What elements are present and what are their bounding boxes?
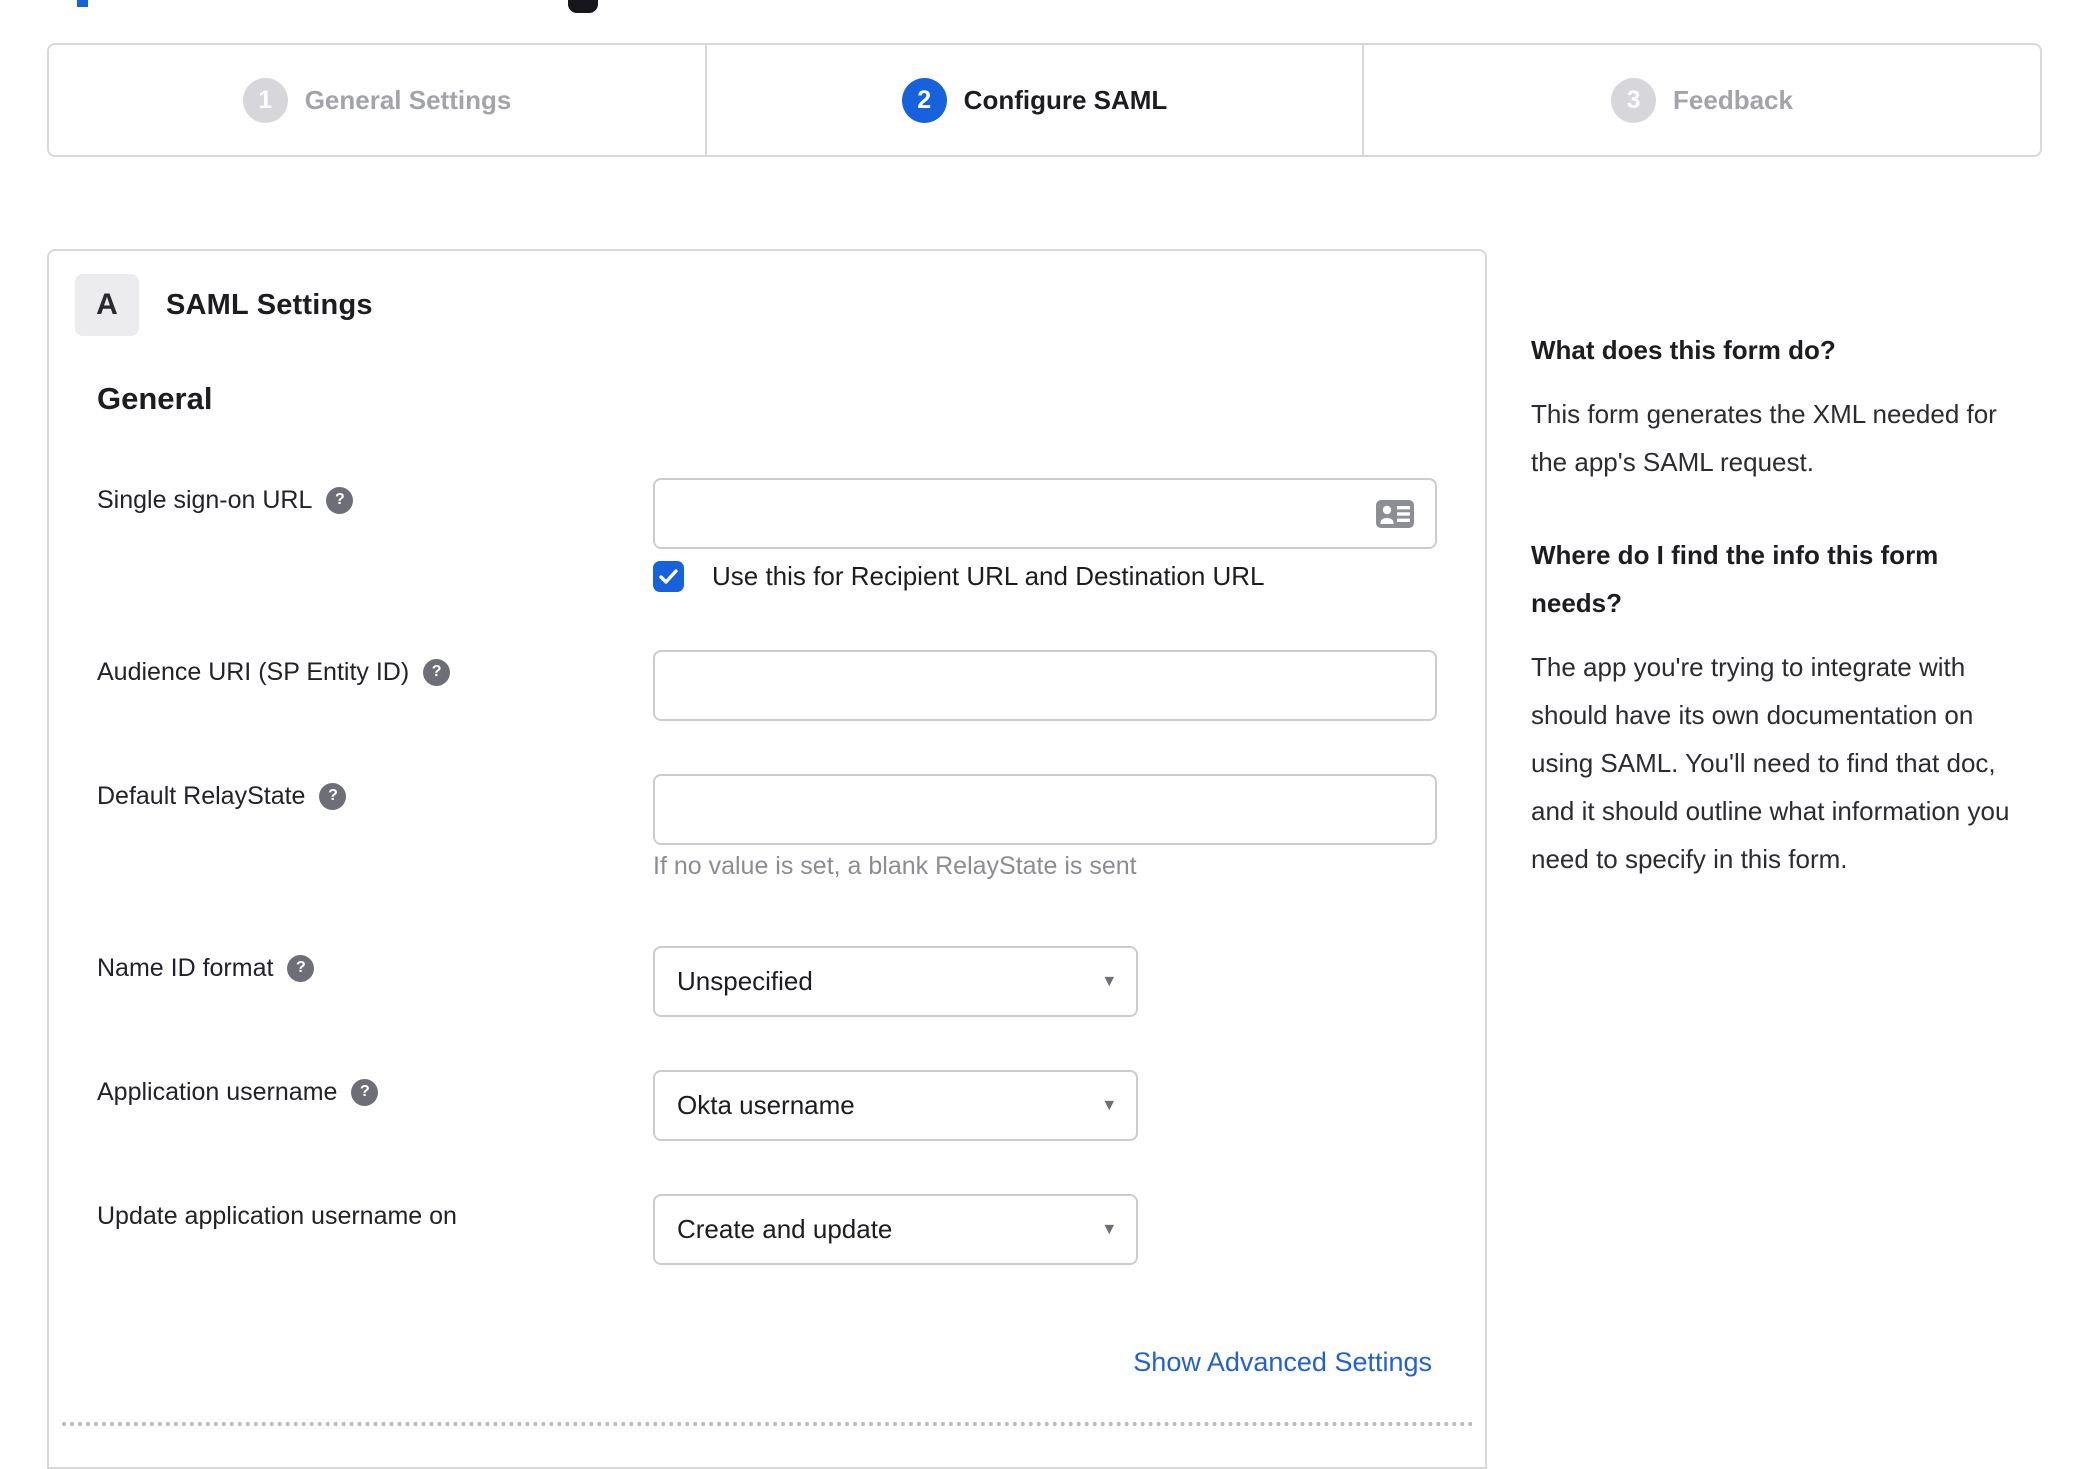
update-app-username-label: Update application username on (97, 1202, 457, 1230)
sso-url-label: Single sign-on URL ? (97, 485, 354, 515)
saml-settings-panel: A SAML Settings General Single sign-on U… (47, 249, 1487, 1469)
application-username-select[interactable]: Okta username ▾ (653, 1070, 1138, 1141)
chevron-down-icon: ▾ (1104, 1094, 1114, 1116)
help-icon[interactable]: ? (351, 1078, 379, 1106)
name-id-format-select[interactable]: Unspecified ▾ (653, 946, 1138, 1017)
step-label: Configure SAML (963, 84, 1168, 115)
relaystate-hint: If no value is set, a blank RelayState i… (653, 852, 1137, 880)
help-title-1: What does this form do? (1531, 335, 1836, 365)
general-group-title: General (97, 381, 213, 416)
sso-url-input-wrap (653, 478, 1437, 549)
section-dotted-divider (62, 1422, 1474, 1426)
recipient-url-checkbox[interactable] (653, 561, 684, 592)
show-advanced-settings-link[interactable]: Show Advanced Settings (1133, 1347, 1432, 1378)
step-general-settings[interactable]: 1 General Settings (49, 45, 705, 155)
step-label: General Settings (304, 84, 512, 115)
name-id-format-label: Name ID format ? (97, 953, 315, 983)
section-badge-a: A (75, 274, 139, 336)
help-icon[interactable]: ? (326, 486, 354, 514)
contact-card-icon (1376, 500, 1414, 528)
help-icon[interactable]: ? (287, 954, 315, 982)
sso-url-input[interactable] (653, 478, 1437, 549)
application-username-label: Application username ? (97, 1077, 379, 1107)
help-panel: What does this form do? This form genera… (1531, 326, 2031, 883)
help-title-2: Where do I find the info this form needs… (1531, 540, 1939, 618)
recipient-url-checkbox-label: Use this for Recipient URL and Destinati… (712, 561, 1265, 591)
audience-uri-label: Audience URI (SP Entity ID) ? (97, 657, 451, 687)
chevron-down-icon: ▾ (1104, 970, 1114, 992)
step-number-badge: 3 (1611, 77, 1657, 123)
wizard-stepper: 1 General Settings 2 Configure SAML 3 Fe… (47, 43, 2042, 157)
help-body-2: The app you're trying to integrate with … (1531, 652, 2010, 874)
checkmark-icon (659, 569, 678, 584)
step-number-badge: 1 (242, 77, 288, 123)
help-body-1: This form generates the XML needed for t… (1531, 399, 1997, 477)
cutoff-logo-fragment (568, 0, 598, 13)
audience-uri-input[interactable] (653, 650, 1437, 721)
section-title: SAML Settings (166, 288, 373, 321)
default-relaystate-label: Default RelayState ? (97, 781, 347, 811)
chevron-down-icon: ▾ (1104, 1218, 1114, 1240)
section-header: A SAML Settings (75, 274, 373, 336)
default-relaystate-input[interactable] (653, 774, 1437, 845)
update-app-username-select[interactable]: Create and update ▾ (653, 1194, 1138, 1265)
help-icon[interactable]: ? (423, 658, 451, 686)
recipient-url-checkbox-row: Use this for Recipient URL and Destinati… (653, 561, 1265, 592)
help-icon[interactable]: ? (319, 782, 347, 810)
step-number-badge: 2 (901, 77, 947, 123)
step-configure-saml[interactable]: 2 Configure SAML (705, 45, 1362, 155)
cutoff-blue-fragment (77, 0, 88, 7)
step-label: Feedback (1673, 84, 1793, 115)
step-feedback[interactable]: 3 Feedback (1362, 45, 2040, 155)
